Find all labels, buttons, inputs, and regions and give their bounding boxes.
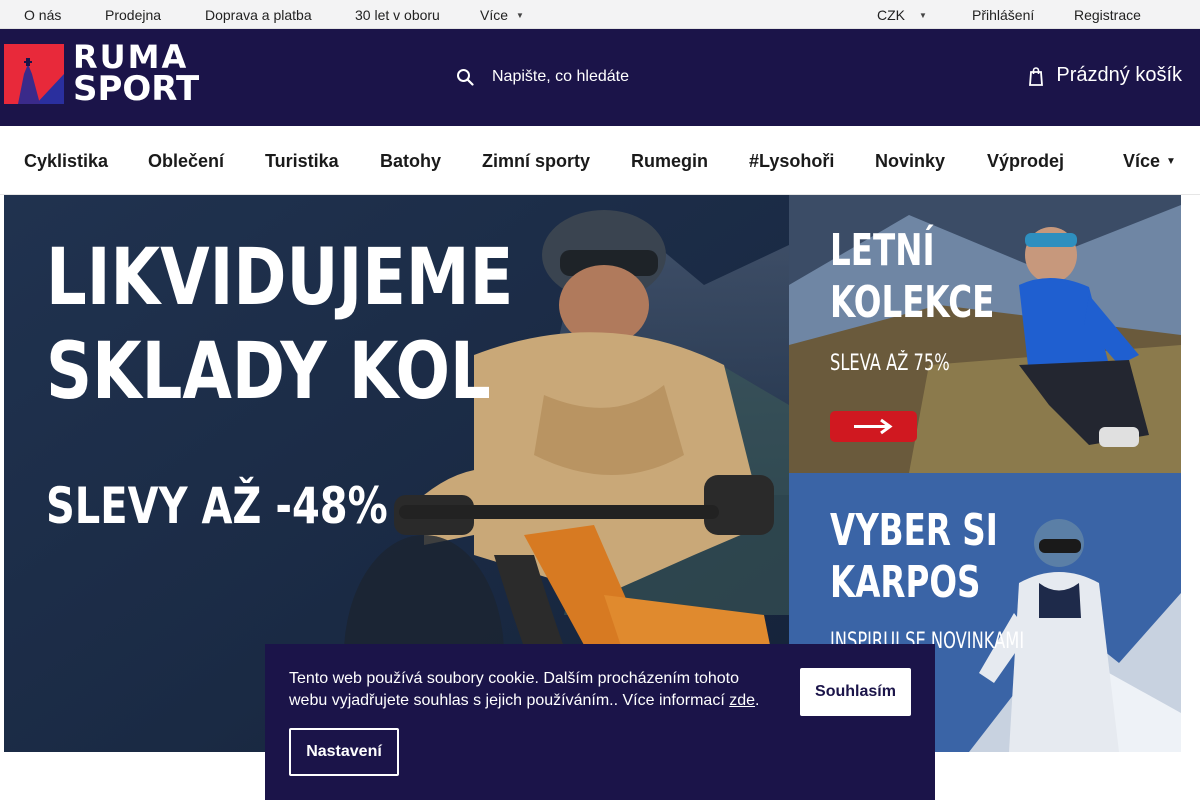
nav-item-rumegin[interactable]: Rumegin [631, 151, 708, 172]
cookie-settings-button[interactable]: Nastavení [289, 728, 399, 776]
arrow-right-icon [854, 418, 893, 435]
karpos-title-line2: KARPOS [830, 557, 981, 608]
cookie-message: Tento web používá soubory cookie. Dalším… [289, 668, 779, 712]
cookie-period: . [755, 692, 760, 709]
logo-text-sport: SPORT [73, 69, 200, 109]
top-more-menu[interactable]: Více ▼ [480, 7, 524, 23]
top-link-30-let[interactable]: 30 let v oboru [355, 7, 440, 23]
hero-title-line2: SKLADY KOL [46, 327, 491, 417]
summer-title-line2: KOLEKCE [830, 277, 995, 328]
nav-item-batohy[interactable]: Batohy [380, 151, 441, 172]
cart-icon [1029, 66, 1044, 86]
currency-selector[interactable]: CZK ▼ [877, 7, 927, 23]
nav-item-zimni-sporty[interactable]: Zimní sporty [482, 151, 590, 172]
nav-item-vyprodej[interactable]: Výprodej [987, 151, 1064, 172]
search-placeholder: Napište, co hledáte [492, 68, 629, 85]
top-link-doprava-a-platba[interactable]: Doprava a platba [205, 7, 312, 23]
nav-item-turistika[interactable]: Turistika [265, 151, 339, 172]
chevron-down-icon: ▼ [919, 11, 927, 20]
nav-item-obleceni[interactable]: Oblečení [148, 151, 224, 172]
top-utility-bar: O nás Prodejna Doprava a platba 30 let v… [0, 0, 1200, 29]
nav-item-cyklistika[interactable]: Cyklistika [24, 151, 108, 172]
logo-mark-icon [4, 44, 64, 104]
top-more-label: Více [480, 7, 509, 23]
main-navigation: Cyklistika Oblečení Turistika Batohy Zim… [0, 126, 1200, 195]
search-icon [457, 69, 474, 86]
top-link-o-nas[interactable]: O nás [24, 7, 61, 23]
summer-arrow-button[interactable] [830, 411, 917, 442]
banner-summer-collection[interactable]: LETNÍ KOLEKCE SLEVA AŽ 75% [789, 195, 1181, 473]
cookie-message-text: Tento web používá soubory cookie. Dalším… [289, 670, 740, 709]
currency-label: CZK [877, 7, 905, 23]
cookie-more-info-link[interactable]: zde [729, 692, 755, 709]
nav-more-label: Více [1123, 151, 1161, 171]
cookie-agree-button[interactable]: Souhlasím [800, 668, 911, 716]
hero-discount: SLEVY AŽ -48% [46, 477, 388, 535]
cookie-consent-bar: Tento web používá soubory cookie. Dalším… [265, 644, 935, 800]
summer-title-line1: LETNÍ [830, 225, 935, 276]
register-link[interactable]: Registrace [1074, 7, 1141, 23]
logo[interactable]: RUMA SPORT [4, 41, 224, 109]
karpos-title-line1: VYBER SI [830, 505, 998, 556]
site-header: RUMA SPORT Napište, co hledáte Prázdný k… [0, 29, 1200, 126]
chevron-down-icon: ▼ [1166, 156, 1176, 167]
top-link-prodejna[interactable]: Prodejna [105, 7, 161, 23]
nav-item-more[interactable]: Více ▼ [1123, 151, 1176, 172]
nav-item-novinky[interactable]: Novinky [875, 151, 945, 172]
summer-discount: SLEVA AŽ 75% [830, 351, 950, 376]
nav-item-lysohori[interactable]: #Lysohoři [749, 151, 834, 172]
search-bar[interactable]: Napište, co hledáte [452, 63, 629, 91]
cart-label: Prázdný košík [1056, 64, 1182, 86]
cart-button[interactable]: Prázdný košík [1028, 64, 1182, 87]
login-link[interactable]: Přihlášení [972, 7, 1034, 23]
hero-title-line1: LIKVIDUJEME [46, 233, 514, 323]
chevron-down-icon: ▼ [516, 11, 524, 20]
